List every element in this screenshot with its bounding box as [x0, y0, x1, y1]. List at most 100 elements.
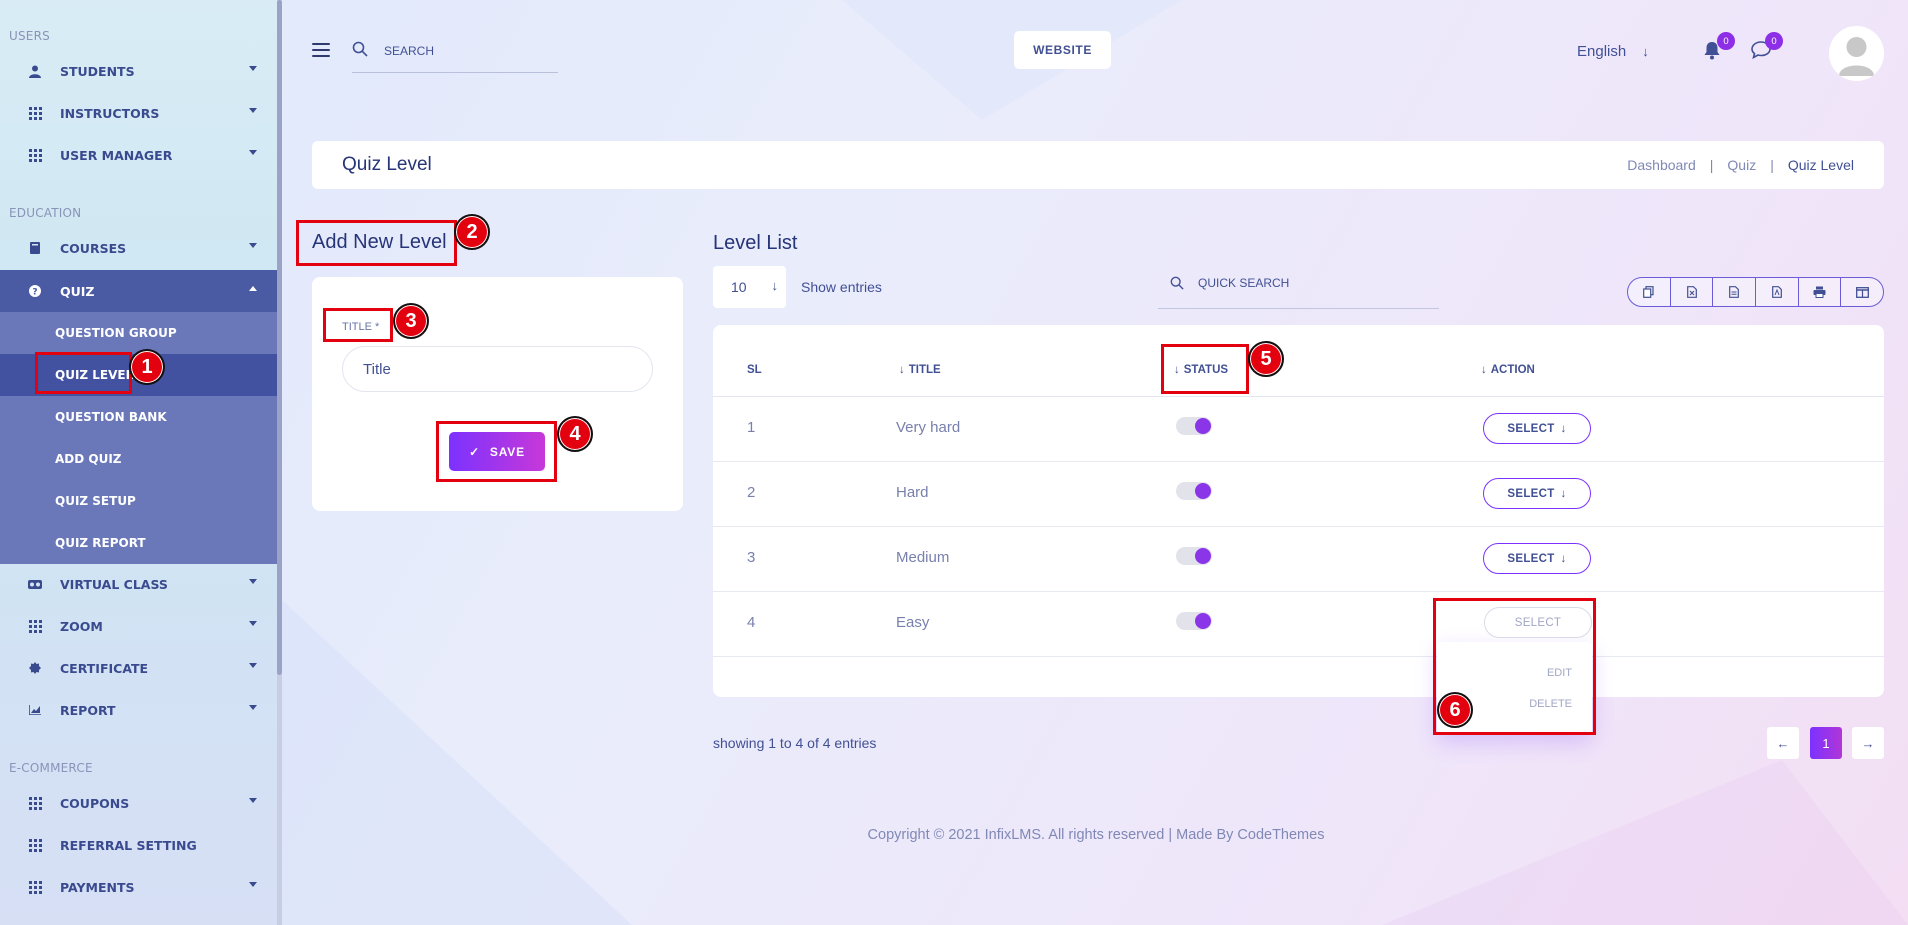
- cell-sl: 1: [747, 419, 756, 436]
- print-button[interactable]: [1799, 278, 1842, 306]
- sidebar-item-payments[interactable]: PAYMENTS: [0, 866, 277, 908]
- messages-button[interactable]: 0: [1751, 32, 1783, 63]
- sidebar-item-coupons[interactable]: COUPONS: [0, 782, 277, 824]
- select-action-button[interactable]: SELECT ↓: [1483, 543, 1591, 574]
- quick-search-input[interactable]: [1198, 276, 1353, 290]
- title-input[interactable]: [342, 346, 653, 392]
- file-excel-icon: [1686, 286, 1697, 298]
- user-icon: [28, 64, 42, 78]
- search-input[interactable]: [384, 44, 544, 58]
- question-circle-icon: ?: [28, 284, 42, 298]
- cell-title: Very hard: [896, 419, 961, 436]
- prev-page-button[interactable]: ←: [1767, 727, 1799, 759]
- level-table: [713, 325, 1884, 697]
- arrow-down-icon: ↓: [899, 364, 905, 376]
- book-icon: [28, 241, 42, 255]
- select-action-button[interactable]: SELECT ↓: [1483, 478, 1591, 509]
- annotation-marker-1: 1: [129, 349, 165, 385]
- column-header-label: TITLE: [908, 364, 941, 376]
- sidebar-item-instructors[interactable]: INSTRUCTORS: [0, 92, 277, 134]
- sidebar-item-virtual-class[interactable]: VIRTUAL CLASS: [0, 563, 277, 605]
- file-csv-icon: [1729, 286, 1740, 298]
- chevron-up-icon: [249, 286, 257, 291]
- sidebar-item-label: PAYMENTS: [60, 879, 135, 895]
- notification-bell[interactable]: 0: [1703, 32, 1735, 63]
- sidebar-item-label: QUIZ: [60, 283, 95, 299]
- sidebar-item-label: USER MANAGER: [60, 147, 173, 163]
- sidebar-subitem-question-bank[interactable]: QUESTION BANK: [0, 396, 277, 438]
- select-action-button[interactable]: SELECT ↓: [1483, 413, 1591, 444]
- sidebar-subitem-quiz-report[interactable]: QUIZ REPORT: [0, 522, 277, 564]
- sidebar-subitem-add-quiz[interactable]: ADD QUIZ: [0, 438, 277, 480]
- chevron-down-icon: [249, 705, 257, 710]
- pdf-button[interactable]: [1756, 278, 1799, 306]
- csv-button[interactable]: [1713, 278, 1757, 306]
- chevron-down-icon: [249, 66, 257, 71]
- sidebar: USERS STUDENTS INSTRUCTORS USER MANAGER …: [0, 0, 277, 925]
- sidebar-item-label: REPORT: [60, 702, 116, 718]
- chevron-down-icon: [249, 882, 257, 887]
- row-divider: [713, 526, 1884, 527]
- vr-headset-icon: [28, 577, 42, 591]
- copy-button[interactable]: [1628, 278, 1671, 306]
- chevron-down-icon: [249, 579, 257, 584]
- language-select[interactable]: English ↓: [1577, 43, 1649, 60]
- grid-icon: [28, 148, 42, 162]
- arrow-down-icon: ↓: [1481, 364, 1487, 376]
- sidebar-item-certificate[interactable]: CERTIFICATE: [0, 647, 277, 689]
- row-divider: [713, 591, 1884, 592]
- excel-button[interactable]: [1671, 278, 1714, 306]
- annotation-box-4: [436, 421, 557, 482]
- chevron-down-icon: [249, 108, 257, 113]
- section-users-heading: USERS: [9, 29, 50, 43]
- page-title: Quiz Level: [342, 154, 432, 175]
- cell-title: Medium: [896, 549, 950, 566]
- column-header-title[interactable]: ↓ TITLE: [899, 364, 941, 376]
- column-header-sl[interactable]: SL: [747, 364, 762, 376]
- sidebar-item-user-manager[interactable]: USER MANAGER: [0, 134, 277, 176]
- sidebar-subitem-question-group[interactable]: QUESTION GROUP: [0, 312, 277, 354]
- language-label: English: [1577, 43, 1627, 60]
- sidebar-item-label: COUPONS: [60, 795, 130, 811]
- website-button[interactable]: WEBSITE: [1014, 31, 1111, 69]
- message-badge: 0: [1765, 32, 1783, 50]
- column-header-label: SL: [747, 364, 762, 376]
- cell-title: Easy: [896, 614, 930, 631]
- chevron-down-icon: [249, 150, 257, 155]
- sidebar-subitem-quiz-setup[interactable]: QUIZ SETUP: [0, 480, 277, 522]
- chevron-down-icon: [249, 663, 257, 668]
- breadcrumb-quiz[interactable]: Quiz: [1727, 157, 1756, 173]
- notification-badge: 0: [1717, 32, 1735, 50]
- search-icon: [352, 41, 368, 57]
- annotation-box-3: [323, 308, 393, 342]
- status-toggle[interactable]: [1176, 612, 1212, 630]
- entries-select[interactable]: 10 ↓: [713, 266, 786, 308]
- header-divider: [713, 396, 1884, 397]
- arrow-down-icon: ↓: [771, 278, 779, 293]
- columns-button[interactable]: [1841, 278, 1883, 306]
- sidebar-item-quiz[interactable]: ? QUIZ: [0, 270, 277, 312]
- status-toggle[interactable]: [1176, 547, 1212, 565]
- status-toggle[interactable]: [1176, 417, 1212, 435]
- sidebar-item-label: STUDENTS: [60, 63, 135, 79]
- column-header-action[interactable]: ↓ ACTION: [1481, 364, 1535, 376]
- annotation-box-5: [1161, 344, 1249, 394]
- sidebar-item-students[interactable]: STUDENTS: [0, 50, 277, 92]
- sidebar-item-courses[interactable]: COURSES: [0, 227, 277, 269]
- status-toggle[interactable]: [1176, 482, 1212, 500]
- next-page-button[interactable]: →: [1852, 727, 1884, 759]
- avatar[interactable]: [1829, 26, 1884, 81]
- breadcrumb-dashboard[interactable]: Dashboard: [1627, 157, 1696, 173]
- annotation-box-2: [296, 220, 457, 266]
- sidebar-item-report[interactable]: REPORT: [0, 689, 277, 731]
- section-ecommerce-heading: E-COMMERCE: [9, 761, 93, 775]
- copy-icon: [1643, 286, 1654, 298]
- sidebar-scrollbar-thumb[interactable]: [277, 0, 282, 675]
- menu-toggle-icon[interactable]: [312, 43, 330, 57]
- arrow-down-icon: ↓: [1560, 422, 1567, 435]
- page-button-1[interactable]: 1: [1810, 727, 1842, 759]
- annotation-marker-6: 6: [1437, 692, 1473, 728]
- chart-icon: [28, 703, 42, 717]
- sidebar-item-zoom[interactable]: ZOOM: [0, 605, 277, 647]
- arrow-down-icon: ↓: [1560, 487, 1567, 500]
